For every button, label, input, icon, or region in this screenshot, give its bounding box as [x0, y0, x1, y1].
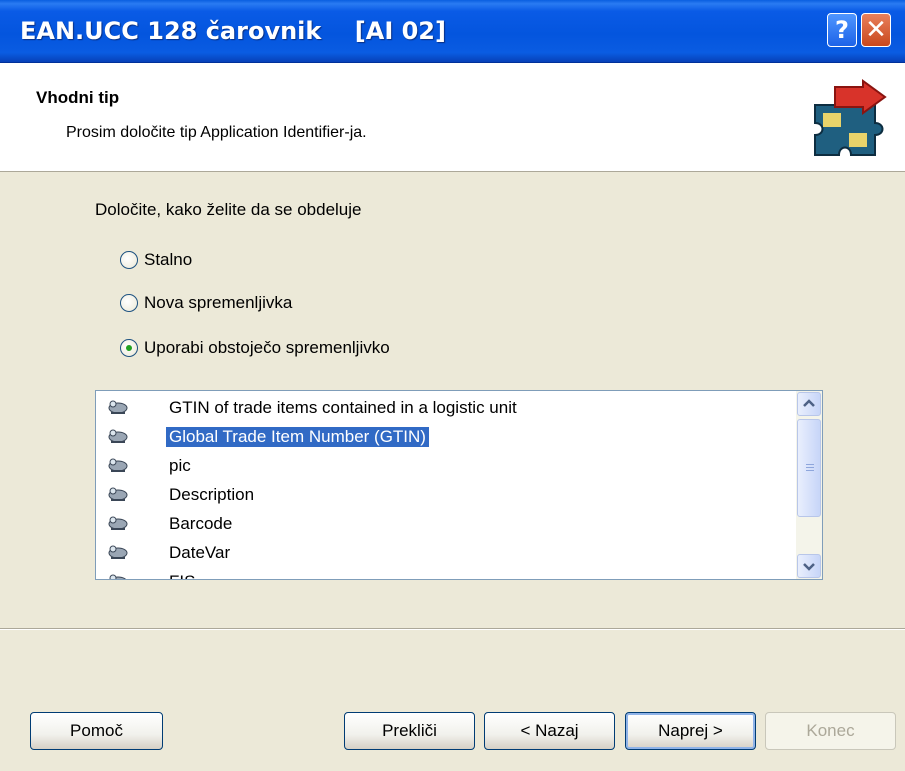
list-item[interactable]: DateVar	[96, 539, 796, 567]
variable-icon	[108, 516, 128, 530]
scroll-down-button[interactable]	[797, 554, 821, 578]
close-button[interactable]: ✕	[861, 13, 891, 47]
grip-line	[806, 464, 814, 465]
grip-line	[806, 470, 814, 471]
chevron-up-icon	[803, 399, 815, 407]
radio-constant[interactable]: Stalno	[120, 247, 192, 273]
scroll-thumb[interactable]	[797, 419, 821, 517]
scroll-up-button[interactable]	[797, 392, 821, 416]
variable-icon	[108, 429, 128, 443]
variable-icon	[108, 458, 128, 472]
variable-icon	[108, 487, 128, 501]
radio-label: Uporabi obstoječo spremenljivko	[144, 338, 390, 357]
radio-button-checked[interactable]	[120, 339, 138, 357]
list-scrollbar[interactable]	[796, 391, 822, 579]
variable-icon	[108, 400, 128, 414]
radio-label: Stalno	[144, 250, 193, 269]
puzzle-icon	[814, 79, 887, 156]
finish-button[interactable]: Konec	[765, 712, 896, 750]
list-item-selected[interactable]: Global Trade Item Number (GTIN)	[96, 423, 796, 451]
separator	[0, 628, 905, 630]
variable-icon	[108, 545, 128, 559]
list-item-label: pic	[169, 456, 191, 475]
next-button[interactable]: Naprej >	[625, 712, 756, 750]
radio-new-variable[interactable]: Nova spremenljivka	[120, 290, 292, 316]
help-title-button[interactable]: ?	[827, 13, 857, 47]
radio-button[interactable]	[120, 294, 138, 312]
page-subtitle: Prosim določite tip Application Identifi…	[66, 124, 367, 141]
list-item[interactable]: pic	[96, 452, 796, 480]
cancel-button[interactable]: Prekliči	[344, 712, 475, 750]
handling-prompt: Določite, kako želite da se obdeluje	[95, 200, 362, 219]
page-title: Vhodni tip	[36, 88, 120, 107]
header-panel	[0, 63, 905, 172]
radio-button[interactable]	[120, 251, 138, 269]
list-item-label: FIS	[166, 572, 198, 579]
list-item-label: GTIN of trade items contained in a logis…	[169, 398, 517, 417]
window-title: EAN.UCC 128 čarovnik [AI 02]	[20, 17, 446, 45]
list-item[interactable]: GTIN of trade items contained in a logis…	[96, 394, 796, 422]
help-button[interactable]: Pomoč	[30, 712, 163, 750]
list-item-label: Barcode	[169, 514, 233, 533]
list-item-label: DateVar	[169, 543, 231, 562]
chevron-down-icon	[803, 563, 815, 571]
radio-label: Nova spremenljivka	[144, 293, 293, 312]
grip-line	[806, 467, 814, 468]
title-bar[interactable]: EAN.UCC 128 čarovnik [AI 02] ? ✕	[0, 0, 905, 63]
list-item[interactable]: FIS	[96, 568, 796, 579]
radio-existing-variable[interactable]: Uporabi obstoječo spremenljivko	[120, 335, 390, 361]
list-item[interactable]: Barcode	[96, 510, 796, 538]
variable-icon	[109, 574, 126, 579]
list-item-label: Description	[169, 485, 255, 504]
back-button[interactable]: < Nazaj	[484, 712, 615, 750]
variable-list[interactable]: GTIN of trade items contained in a logis…	[95, 390, 823, 580]
list-item[interactable]: Description	[96, 481, 796, 509]
list-item-label: Global Trade Item Number (GTIN)	[165, 426, 430, 448]
